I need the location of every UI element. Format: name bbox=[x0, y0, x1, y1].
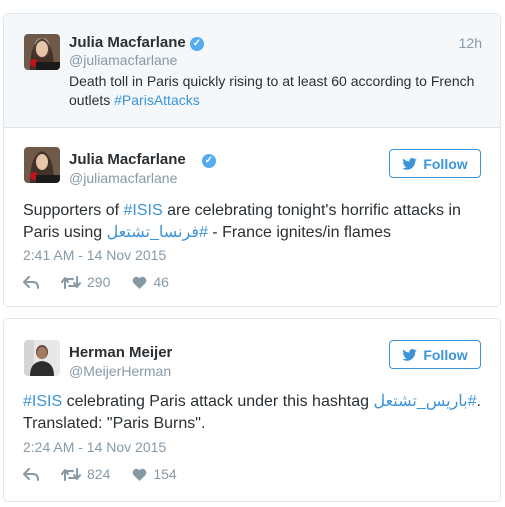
hashtag-link[interactable]: #فرنسا_تشتعل bbox=[107, 224, 208, 241]
follow-button[interactable]: Follow bbox=[389, 340, 481, 369]
like-count: 46 bbox=[153, 274, 169, 290]
retweet-icon bbox=[61, 275, 81, 289]
author-handle[interactable]: @juliamacfarlane bbox=[69, 52, 177, 68]
tweet-time[interactable]: 12h bbox=[459, 35, 482, 51]
retweet-button[interactable]: 824 bbox=[61, 466, 110, 482]
author-name[interactable]: Herman Meijer bbox=[69, 344, 172, 361]
tweet-text: Supporters of #ISIS are celebrating toni… bbox=[23, 200, 493, 244]
verified-badge-icon: ✓ bbox=[202, 154, 216, 168]
follow-label: Follow bbox=[423, 346, 468, 363]
retweet-count: 290 bbox=[87, 274, 111, 290]
tweet-timestamp[interactable]: 2:24 AM - 14 Nov 2015 bbox=[23, 439, 166, 455]
author-handle[interactable]: @MeijerHerman bbox=[69, 363, 171, 379]
like-count: 154 bbox=[153, 466, 177, 482]
julia-avatar-icon bbox=[24, 34, 60, 70]
reply-icon bbox=[23, 467, 39, 481]
author-handle[interactable]: @juliamacfarlane bbox=[69, 170, 177, 186]
tweet-actions: 290 46 bbox=[23, 274, 191, 290]
reply-button[interactable] bbox=[23, 467, 39, 481]
like-button[interactable]: 154 bbox=[132, 466, 177, 482]
hashtag-link[interactable]: #ParisAttacks bbox=[114, 92, 200, 108]
tweet-card-julia: Julia Macfarlane ✓ @juliamacfarlane 12h … bbox=[3, 13, 501, 307]
retweet-button[interactable]: 290 bbox=[61, 274, 110, 290]
avatar[interactable] bbox=[24, 340, 60, 376]
author-name[interactable]: Julia Macfarlane bbox=[69, 151, 186, 168]
bird-icon bbox=[402, 157, 418, 170]
context-tweet: Julia Macfarlane ✓ @juliamacfarlane 12h … bbox=[4, 14, 500, 128]
author-name[interactable]: Julia Macfarlane bbox=[69, 34, 186, 51]
avatar[interactable] bbox=[24, 147, 60, 183]
tweet-text-part: Supporters of bbox=[23, 202, 124, 219]
avatar[interactable] bbox=[24, 34, 60, 70]
retweet-icon bbox=[61, 467, 81, 481]
herman-avatar-icon bbox=[24, 340, 60, 376]
tweet-text-part: - France ignites/in flames bbox=[207, 224, 392, 241]
heart-icon bbox=[133, 276, 147, 289]
heart-icon bbox=[133, 468, 147, 481]
julia-avatar-icon bbox=[24, 147, 60, 183]
reply-button[interactable] bbox=[23, 275, 39, 289]
tweet-text-translation: Translated: "Paris Burns". bbox=[23, 415, 206, 432]
verified-badge-icon: ✓ bbox=[190, 37, 204, 51]
tweet-text-part: celebrating Paris attack under this hash… bbox=[62, 393, 374, 410]
tweet-card-herman: Herman Meijer @MeijerHerman Follow #ISIS… bbox=[3, 318, 501, 502]
retweet-count: 824 bbox=[87, 466, 111, 482]
follow-label: Follow bbox=[423, 155, 468, 172]
hashtag-link[interactable]: #ISIS bbox=[124, 202, 163, 219]
tweet-text-part: . bbox=[476, 393, 481, 410]
hashtag-link[interactable]: #ISIS bbox=[23, 393, 62, 410]
bird-icon bbox=[402, 348, 418, 361]
hashtag-link[interactable]: #باريس_تشتعل bbox=[373, 393, 476, 410]
tweet-timestamp[interactable]: 2:41 AM - 14 Nov 2015 bbox=[23, 247, 166, 263]
tweet-actions: 824 154 bbox=[23, 466, 199, 482]
tweet-text: Death toll in Paris quickly rising to at… bbox=[69, 72, 489, 110]
reply-icon bbox=[23, 275, 39, 289]
like-button[interactable]: 46 bbox=[132, 274, 169, 290]
tweet-text: #ISIS celebrating Paris attack under thi… bbox=[23, 391, 493, 435]
follow-button[interactable]: Follow bbox=[389, 149, 481, 178]
